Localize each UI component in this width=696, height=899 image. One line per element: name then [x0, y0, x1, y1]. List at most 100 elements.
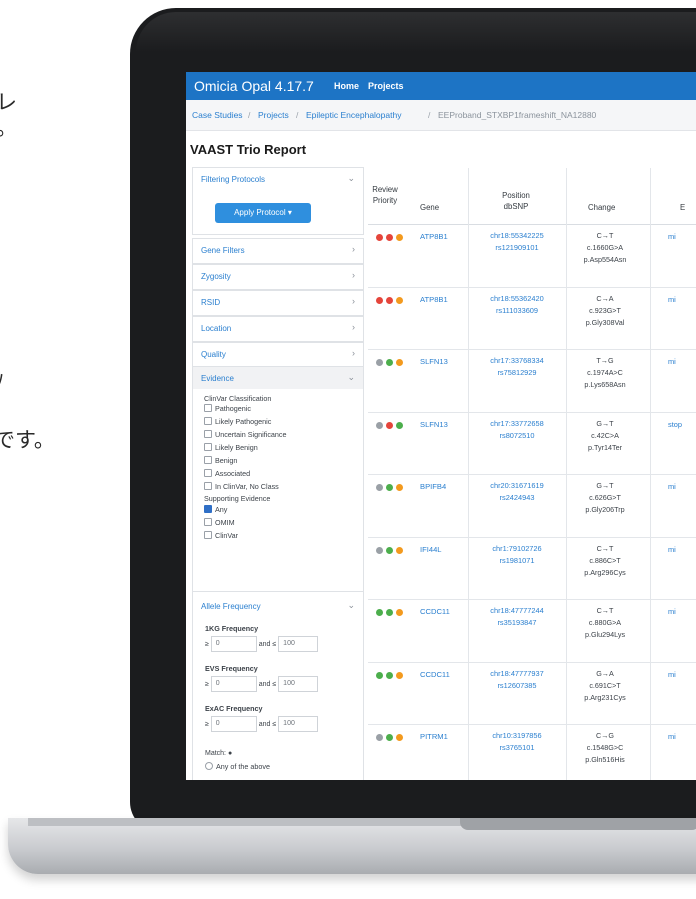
priority-dot-icon: [376, 734, 383, 741]
checkbox[interactable]: [204, 417, 212, 425]
chevron-down-icon[interactable]: ⌄: [347, 173, 355, 184]
gene-link[interactable]: ATP8B1: [420, 295, 448, 304]
panel-rsid[interactable]: RSID ›: [192, 290, 364, 316]
position-link[interactable]: chr1:79102726: [476, 543, 558, 555]
checkbox[interactable]: [204, 404, 212, 412]
checkbox-option[interactable]: Uncertain Significance: [204, 430, 287, 439]
dbsnp-link[interactable]: rs1981071: [476, 555, 558, 567]
freq-min-input[interactable]: 0: [210, 716, 257, 732]
dbsnp-link[interactable]: rs12607385: [476, 680, 558, 692]
checkbox-option[interactable]: Any: [204, 505, 227, 514]
position-link[interactable]: chr17:33768334: [476, 355, 558, 367]
checkbox[interactable]: [204, 469, 212, 477]
position-link[interactable]: chr18:47777244: [476, 605, 558, 617]
checkbox[interactable]: [204, 430, 212, 438]
radio-option[interactable]: Any of the above: [205, 762, 270, 771]
breadcrumb-item[interactable]: Projects: [258, 110, 289, 120]
dbsnp-link[interactable]: rs111033609: [476, 305, 558, 317]
table-row[interactable]: ATP8B1 chr18:55342225 rs121909101 C→T c.1660…: [368, 224, 696, 288]
effect-link[interactable]: mi: [668, 232, 676, 241]
checkbox-option[interactable]: ClinVar: [204, 531, 238, 540]
dbsnp-link[interactable]: rs3765101: [476, 742, 558, 754]
panel-quality[interactable]: Quality ›: [192, 342, 364, 368]
position-cell: chr18:47777244 rs35193847: [476, 605, 558, 629]
gene-link[interactable]: ATP8B1: [420, 232, 448, 241]
gene-link[interactable]: SLFN13: [420, 420, 448, 429]
effect-link[interactable]: mi: [668, 732, 676, 741]
table-row[interactable]: ATP8B1 chr18:55362420 rs111033609 C→A c.923G…: [368, 287, 696, 350]
effect-link[interactable]: mi: [668, 295, 676, 304]
apply-protocol-button[interactable]: Apply Protocol ▾: [215, 203, 311, 223]
freq-min-input[interactable]: 0: [210, 676, 257, 692]
checkbox-option[interactable]: Likely Pathogenic: [204, 417, 271, 426]
table-row[interactable]: CCDC11 chr18:47777244 rs35193847 C→T c.880G>…: [368, 599, 696, 663]
effect-link[interactable]: mi: [668, 482, 676, 491]
checkbox[interactable]: [204, 482, 212, 490]
checkbox[interactable]: [204, 531, 212, 539]
app-brand[interactable]: Omicia Opal 4.17.7: [194, 78, 314, 94]
gene-link[interactable]: CCDC11: [420, 670, 450, 679]
table-row[interactable]: IFI44L chr1:79102726 rs1981071 C→T c.886C>T p…: [368, 537, 696, 600]
dbsnp-link[interactable]: rs35193847: [476, 617, 558, 629]
checkbox[interactable]: [204, 443, 212, 451]
effect-link[interactable]: mi: [668, 545, 676, 554]
col-header-effect[interactable]: E: [680, 202, 685, 213]
checkbox[interactable]: [204, 518, 212, 526]
checkbox-option[interactable]: Pathogenic: [204, 404, 251, 413]
col-header-position[interactable]: Position dbSNP: [490, 190, 542, 212]
checkbox[interactable]: [204, 456, 212, 464]
panel-gene-filters[interactable]: Gene Filters ›: [192, 238, 364, 264]
gene-link[interactable]: IFI44L: [420, 545, 442, 554]
radio[interactable]: [205, 762, 213, 770]
nav-home[interactable]: Home: [334, 81, 359, 91]
chevron-down-icon[interactable]: ⌄: [347, 372, 355, 383]
effect-link[interactable]: mi: [668, 670, 676, 679]
checkbox-option[interactable]: In ClinVar, No Class: [204, 482, 279, 491]
effect-link[interactable]: mi: [668, 607, 676, 616]
effect-link[interactable]: stop: [668, 420, 682, 429]
priority-dot-icon: [386, 421, 393, 429]
freq-max-input[interactable]: 100: [278, 676, 319, 692]
table-row[interactable]: SLFN13 chr17:33772658 rs8072510 G→T c.42C>A p…: [368, 412, 696, 475]
checkbox-option[interactable]: Likely Benign: [204, 443, 258, 452]
panel-zygosity[interactable]: Zygosity ›: [192, 264, 364, 290]
gene-link[interactable]: CCDC11: [420, 607, 450, 616]
position-link[interactable]: chr18:55362420: [476, 293, 558, 305]
position-link[interactable]: chr10:3197856: [476, 730, 558, 742]
gene-link[interactable]: BPIFB4: [420, 482, 446, 491]
checkbox-checked[interactable]: [204, 505, 212, 513]
table-row[interactable]: BPIFB4 chr20:31671619 rs2424943 G→T c.626G>T…: [368, 474, 696, 538]
panel-location[interactable]: Location ›: [192, 316, 364, 342]
gene-link[interactable]: SLFN13: [420, 357, 448, 366]
freq-min-input[interactable]: 0: [210, 636, 257, 652]
change-line: G→T: [596, 481, 614, 490]
checkbox-option[interactable]: Associated: [204, 469, 250, 478]
table-row[interactable]: PITRM1 chr10:3197856 rs3765101 C→G c.1548G>C…: [368, 724, 696, 780]
checkbox-option[interactable]: OMIM: [204, 518, 235, 527]
breadcrumb-item[interactable]: Case Studies: [192, 110, 243, 120]
chevron-down-icon[interactable]: ⌄: [347, 600, 355, 611]
position-link[interactable]: chr17:33772658: [476, 418, 558, 430]
col-header-gene[interactable]: Gene: [420, 202, 439, 213]
panel-label[interactable]: Allele Frequency: [201, 602, 261, 611]
freq-max-input[interactable]: 100: [278, 636, 319, 652]
freq-max-input[interactable]: 100: [278, 716, 319, 732]
position-link[interactable]: chr20:31671619: [476, 480, 558, 492]
dbsnp-link[interactable]: rs8072510: [476, 430, 558, 442]
col-header-change[interactable]: Change: [588, 202, 615, 213]
panel-label[interactable]: Evidence: [201, 374, 234, 383]
nav-projects[interactable]: Projects: [368, 81, 404, 91]
position-link[interactable]: chr18:47777937: [476, 668, 558, 680]
dbsnp-link[interactable]: rs121909101: [476, 242, 558, 254]
col-header-review-priority[interactable]: Review Priority: [370, 184, 400, 206]
table-row[interactable]: CCDC11 chr18:47777937 rs12607385 G→A c.691C>…: [368, 662, 696, 725]
breadcrumb-item[interactable]: Epileptic Encephalopathy: [306, 110, 401, 120]
position-link[interactable]: chr18:55342225: [476, 230, 558, 242]
checkbox-option[interactable]: Benign: [204, 456, 237, 465]
table-row[interactable]: SLFN13 chr17:33768334 rs75812929 T→G c.1974A…: [368, 349, 696, 413]
gene-link[interactable]: PITRM1: [420, 732, 448, 741]
panel-label[interactable]: Filtering Protocols: [201, 175, 265, 184]
dbsnp-link[interactable]: rs75812929: [476, 367, 558, 379]
dbsnp-link[interactable]: rs2424943: [476, 492, 558, 504]
effect-link[interactable]: mi: [668, 357, 676, 366]
